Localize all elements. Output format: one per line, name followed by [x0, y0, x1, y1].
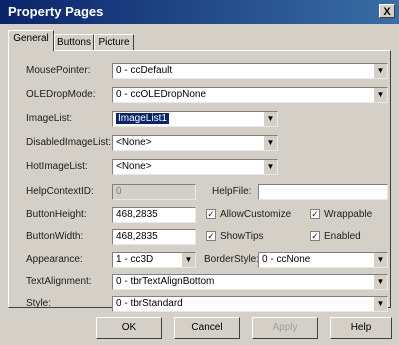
style-value: 0 - tbrStandard	[116, 298, 183, 309]
disabled-image-list-label: DisabledImageList:	[26, 137, 112, 148]
ole-drop-mode-label: OLEDropMode:	[26, 89, 96, 100]
disabled-image-list-value: <None>	[116, 137, 152, 148]
chevron-down-icon[interactable]: ▼	[181, 253, 195, 267]
check-icon: ✓	[206, 231, 216, 242]
style-label: Style:	[26, 298, 52, 309]
help-button[interactable]: Help	[330, 317, 392, 339]
enabled-checkbox[interactable]: ✓ Enabled	[310, 231, 361, 243]
mouse-pointer-value: 0 - ccDefault	[116, 65, 173, 76]
check-icon: ✓	[206, 209, 216, 220]
chevron-down-icon[interactable]: ▼	[263, 112, 277, 126]
image-list-label: ImageList:	[26, 113, 73, 124]
appearance-value: 1 - cc3D	[116, 254, 154, 265]
chevron-down-icon[interactable]: ▼	[373, 64, 387, 78]
text-alignment-label: TextAlignment:	[26, 276, 92, 287]
button-height-label: ButtonHeight:	[26, 209, 87, 220]
enabled-label: Enabled	[324, 231, 361, 242]
style-select[interactable]: 0 - tbrStandard ▼	[112, 296, 388, 312]
chevron-down-icon[interactable]: ▼	[373, 253, 387, 267]
chevron-down-icon[interactable]: ▼	[373, 275, 387, 289]
wrappable-checkbox[interactable]: ✓ Wrappable	[310, 209, 372, 221]
border-style-label: BorderStyle:	[204, 254, 260, 265]
check-icon: ✓	[310, 209, 320, 220]
mouse-pointer-select[interactable]: 0 - ccDefault ▼	[112, 63, 388, 79]
show-tips-label: ShowTips	[220, 231, 264, 242]
wrappable-label: Wrappable	[324, 209, 373, 220]
show-tips-checkbox[interactable]: ✓ ShowTips	[206, 231, 264, 243]
close-icon[interactable]: X	[379, 4, 395, 18]
appearance-select[interactable]: 1 - cc3D ▼	[112, 252, 196, 268]
tab-general[interactable]: General	[8, 30, 54, 51]
text-alignment-value: 0 - tbrTextAlignBottom	[116, 276, 215, 287]
property-pages-dialog: Property Pages X General Buttons Picture…	[0, 0, 399, 345]
button-height-input[interactable]: 468,2835	[112, 207, 196, 223]
chevron-down-icon[interactable]: ▼	[373, 297, 387, 311]
disabled-image-list-select[interactable]: <None> ▼	[112, 135, 278, 151]
help-file-input[interactable]	[258, 184, 388, 200]
apply-button[interactable]: Apply	[252, 317, 318, 339]
ok-button[interactable]: OK	[96, 317, 162, 339]
hot-image-list-value: <None>	[116, 161, 152, 172]
hot-image-list-select[interactable]: <None> ▼	[112, 159, 278, 175]
appearance-label: Appearance:	[26, 254, 83, 265]
help-context-id-input[interactable]: 0	[112, 184, 196, 200]
button-width-input[interactable]: 468,2835	[112, 229, 196, 245]
image-list-select[interactable]: ImageList1 ▼	[112, 111, 278, 127]
check-icon: ✓	[310, 231, 320, 242]
title-bar: Property Pages X	[0, 0, 399, 24]
tab-picture[interactable]: Picture	[94, 34, 134, 50]
image-list-value: ImageList1	[116, 113, 169, 124]
allow-customize-label: AllowCustomize	[220, 209, 292, 220]
chevron-down-icon[interactable]: ▼	[373, 88, 387, 102]
ole-drop-mode-select[interactable]: 0 - ccOLEDropNone ▼	[112, 87, 388, 103]
text-alignment-select[interactable]: 0 - tbrTextAlignBottom ▼	[112, 274, 388, 290]
border-style-value: 0 - ccNone	[262, 254, 311, 265]
help-context-id-label: HelpContextID:	[26, 186, 94, 197]
button-width-label: ButtonWidth:	[26, 231, 84, 242]
ole-drop-mode-value: 0 - ccOLEDropNone	[116, 89, 207, 100]
allow-customize-checkbox[interactable]: ✓ AllowCustomize	[206, 209, 291, 221]
chevron-down-icon[interactable]: ▼	[263, 136, 277, 150]
mouse-pointer-label: MousePointer:	[26, 65, 91, 76]
help-file-label: HelpFile:	[212, 186, 252, 197]
chevron-down-icon[interactable]: ▼	[263, 160, 277, 174]
tab-buttons[interactable]: Buttons	[54, 34, 94, 50]
window-title: Property Pages	[8, 4, 104, 19]
border-style-select[interactable]: 0 - ccNone ▼	[258, 252, 388, 268]
hot-image-list-label: HotImageList:	[26, 161, 88, 172]
cancel-button[interactable]: Cancel	[174, 317, 240, 339]
